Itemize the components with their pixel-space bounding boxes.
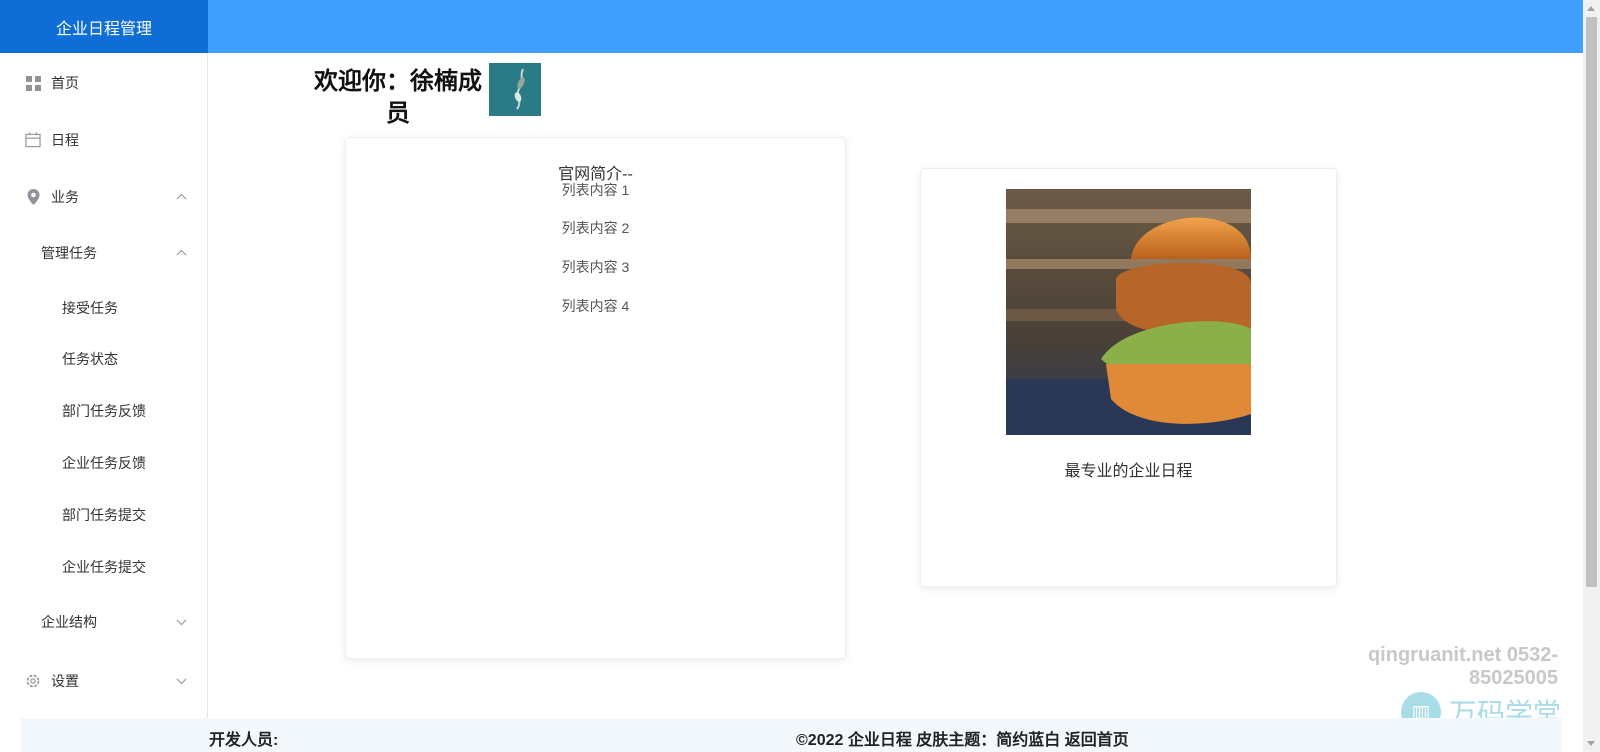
list-item: 列表内容 2 (561, 220, 630, 236)
sidebar: 首页 日程 业务 管理任务 接受任务 任务状态 部门任务反馈 企业任务反馈 部门… (0, 53, 208, 718)
sidebar-item-schedule[interactable]: 日程 (0, 112, 207, 168)
sidebar-item-label: 首页 (51, 75, 79, 91)
sidebar-item-corp-feedback[interactable]: 企业任务反馈 (0, 435, 207, 491)
sidebar-item-label: 管理任务 (41, 245, 97, 261)
sidebar-item-dept-submit[interactable]: 部门任务提交 (0, 487, 207, 543)
sidebar-item-label: 任务状态 (62, 351, 118, 367)
sidebar-item-label: 企业任务提交 (62, 559, 146, 575)
avatar[interactable] (489, 63, 541, 116)
list-item: 列表内容 3 (561, 259, 630, 275)
scroll-up-icon[interactable] (1587, 6, 1595, 11)
footer-copyright[interactable]: ©2022 企业日程 皮肤主题：简约蓝白 返回首页 (796, 726, 1129, 750)
burger-photo (1006, 189, 1251, 435)
calendar-icon (25, 132, 41, 148)
location-icon (25, 189, 41, 205)
sidebar-item-org-structure[interactable]: 企业结构 (0, 594, 207, 650)
feature-card: 最专业的企业日程 (920, 168, 1337, 587)
sidebar-item-label: 企业结构 (41, 614, 97, 630)
top-header-bar (0, 0, 1583, 53)
sidebar-item-dept-feedback[interactable]: 部门任务反馈 (0, 383, 207, 439)
sidebar-item-settings[interactable]: 设置 (0, 653, 207, 709)
gear-icon (25, 673, 41, 689)
feature-caption: 最专业的企业日程 (1064, 463, 1193, 480)
sidebar-item-label: 接受任务 (62, 300, 118, 316)
watermark-contact: qingruanit.net 0532-85025005 (1367, 644, 1558, 689)
sidebar-item-label: 部门任务提交 (62, 507, 146, 523)
sidebar-item-label: 企业任务反馈 (62, 455, 146, 471)
sidebar-item-manage-tasks[interactable]: 管理任务 (0, 225, 207, 281)
footer: 开发人员: ©2022 企业日程 皮肤主题：简约蓝白 返回首页 (21, 718, 1562, 752)
scroll-thumb[interactable] (1586, 17, 1597, 587)
sidebar-item-label: 业务 (51, 189, 79, 205)
welcome-heading: 欢迎你：徐楠成员 (314, 68, 482, 127)
grid-icon (25, 75, 41, 91)
intro-card: 官网简介-- 列表内容 1 列表内容 2 列表内容 3 列表内容 4 (345, 137, 846, 659)
footer-developers: 开发人员: (209, 732, 279, 749)
chevron-up-icon (176, 249, 187, 260)
vertical-scrollbar[interactable] (1583, 0, 1600, 752)
chevron-down-icon (176, 615, 187, 626)
sidebar-item-label: 部门任务反馈 (62, 403, 146, 419)
chevron-up-icon (176, 193, 187, 204)
list-item: 列表内容 1 (561, 182, 630, 198)
sidebar-item-business[interactable]: 业务 (0, 169, 207, 225)
scroll-down-icon[interactable] (1587, 741, 1595, 746)
sidebar-item-corp-submit[interactable]: 企业任务提交 (0, 539, 207, 595)
sidebar-item-label: 设置 (51, 673, 79, 689)
chevron-down-icon (176, 674, 187, 685)
brand-title[interactable]: 企业日程管理 (0, 0, 208, 53)
list-item: 列表内容 4 (561, 298, 630, 314)
sidebar-item-task-status[interactable]: 任务状态 (0, 331, 207, 387)
sidebar-item-home[interactable]: 首页 (0, 55, 207, 111)
sidebar-item-label: 日程 (51, 132, 79, 148)
sidebar-item-accept-task[interactable]: 接受任务 (0, 280, 207, 336)
